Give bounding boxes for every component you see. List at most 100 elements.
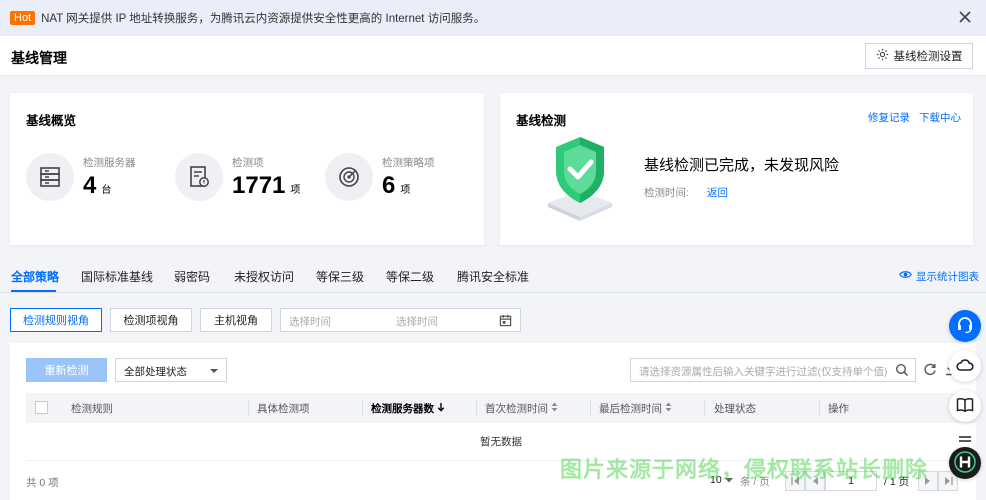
overview-title: 基线概览 [26,114,77,128]
total-pages: / 1 页 [884,476,910,488]
download-center-link[interactable]: 下载中心 [919,110,961,125]
stat-policies: 检测策略项 6 项 [325,153,435,201]
total-count: 共 0 项 [26,477,59,489]
stat-value: 4 [83,171,97,199]
hot-badge: Hot [10,11,36,25]
baseline-settings-button[interactable]: 基线检测设置 [865,43,973,69]
active-tab-indicator [11,290,56,292]
column-header: 检测规则 [71,403,113,415]
page-size-select[interactable]: 10 [710,474,733,486]
view-host-button[interactable]: 主机视角 [200,308,272,332]
column-divider [590,400,591,416]
show-chart-label: 显示统计图表 [916,270,979,283]
column-header: 处理状态 [714,403,756,415]
sort-icon [665,402,672,415]
first-page-button[interactable] [785,471,805,491]
book-icon [956,397,974,416]
column-header: 具体检测项 [257,403,310,415]
stat-unit: 项 [290,184,301,196]
column-divider [476,400,477,416]
tab-tencent-standard[interactable]: 腾讯安全标准 [457,268,529,285]
select-all-checkbox[interactable] [35,401,48,414]
detection-result: 基线检测已完成，未发现风险 [644,157,840,174]
stat-servers: 检测服务器 4 台 [26,153,136,201]
next-page-icon [925,474,931,488]
policy-tabs: 全部策略 国际标准基线 弱密码 未授权访问 等保三级 等保二级 腾讯安全标准 显… [0,256,986,293]
tab-level-two[interactable]: 等保二级 [386,268,434,285]
stat-label: 检测策略项 [382,156,435,169]
tab-international-baseline[interactable]: 国际标准基线 [81,268,153,285]
column-header-sortable[interactable]: 最后检测时间 [599,401,672,416]
stat-value: 6 [382,171,396,199]
radar-icon [325,153,373,201]
repair-log-link[interactable]: 修复记录 [868,110,910,125]
tab-weak-password[interactable]: 弱密码 [174,268,210,285]
per-page-label: 条 / 页 [740,476,770,488]
stat-unit: 项 [400,184,411,196]
caret-down-icon [724,474,733,486]
prev-page-button[interactable] [805,471,825,491]
gear-icon [876,48,889,64]
return-link[interactable]: 返回 [707,185,728,200]
stat-value: 1771 [232,171,286,199]
refresh-icon[interactable] [923,362,937,379]
support-chat-button[interactable] [949,310,981,342]
page-number-input[interactable]: 1 [825,471,877,491]
page-size-value: 10 [710,474,722,486]
date-range-picker[interactable]: 选择时间 选择时间 [280,308,521,332]
show-chart-toggle[interactable]: 显示统计图表 [899,268,979,284]
overview-card: 基线概览 检测服务器 4 台 检测项 1771 项 检测策略项 6 项 [10,93,484,245]
search-icon[interactable] [895,363,909,380]
settings-label: 基线检测设置 [893,51,963,63]
column-divider [704,400,705,416]
column-divider [248,400,249,416]
view-item-button[interactable]: 检测项视角 [110,308,192,332]
search-placeholder: 请选择资源属性后输入关键字进行过滤(仅支持单个值) [639,366,888,378]
close-icon[interactable] [957,9,973,25]
page-title: 基线管理 [11,50,67,66]
shield-check-icon [538,133,622,228]
column-header-label: 首次检测时间 [485,403,548,415]
sort-icon [551,402,558,415]
end-date-placeholder: 选择时间 [396,316,438,328]
table-header: 检测规则 具体检测项 检测服务器数 首次检测时间 最后检测时间 处理状态 操作 [26,393,976,423]
status-filter-select[interactable]: 全部处理状态 [115,358,227,382]
page-header: 基线管理 基线检测设置 [0,36,986,76]
cloud-icon [956,357,974,376]
caret-down-icon [210,369,218,373]
column-header: 操作 [828,403,849,415]
sort-desc-icon [437,402,445,415]
column-header-sortable[interactable]: 检测服务器数 [371,401,445,416]
view-rule-button[interactable]: 检测规则视角 [10,308,102,332]
stat-unit: 台 [101,184,112,196]
notice-bar: Hot NAT 网关提供 IP 地址转换服务，为腾讯云内资源提供安全性更高的 I… [0,0,986,36]
stat-items: 检测项 1771 项 [175,153,300,201]
tab-unauthorized-access[interactable]: 未授权访问 [234,268,294,285]
search-input[interactable]: 请选择资源属性后输入关键字进行过滤(仅支持单个值) [630,358,916,382]
column-divider [362,400,363,416]
rules-table-card: 重新检测 全部处理状态 请选择资源属性后输入关键字进行过滤(仅支持单个值) 检测… [10,343,976,500]
first-page-icon [790,474,800,488]
h-logo-icon [954,450,976,476]
next-page-button[interactable] [918,471,938,491]
stat-label: 检测服务器 [83,156,136,169]
docs-button[interactable] [949,390,981,422]
checklist-icon [175,153,223,201]
prev-page-icon [812,474,818,488]
last-page-icon [944,474,953,488]
headset-icon [956,316,974,337]
stat-label: 检测项 [232,156,264,169]
detection-time-label: 检测时间: [644,187,689,199]
list-icon[interactable] [957,434,973,448]
detection-card: 基线检测 修复记录 下载中心 基线检测已完成，未发现风险 检测时间: 返回 [500,93,973,245]
tab-all-policies[interactable]: 全部策略 [11,268,59,285]
start-date-placeholder: 选择时间 [289,316,331,328]
assistant-avatar-button[interactable] [949,447,981,479]
cloud-service-button[interactable] [949,350,981,382]
empty-state: 暂无数据 [26,423,976,461]
recheck-button[interactable]: 重新检测 [26,358,107,382]
tab-level-three[interactable]: 等保三级 [316,268,364,285]
column-header-sortable[interactable]: 首次检测时间 [485,401,558,416]
column-divider [819,400,820,416]
eye-icon [899,268,912,284]
